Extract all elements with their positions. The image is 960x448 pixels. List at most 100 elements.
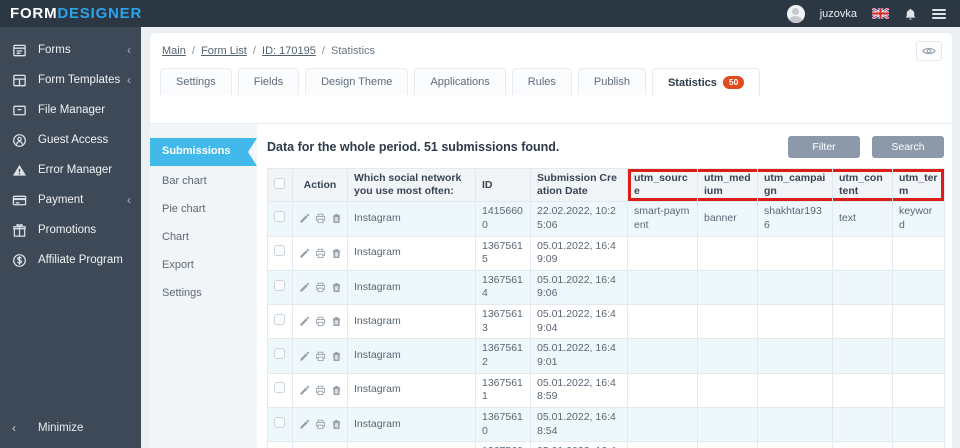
statistics-panel: Submissions Bar chart Pie chart Chart Export…	[150, 123, 952, 448]
row-checkbox[interactable]	[274, 279, 285, 291]
search-button[interactable]: Search	[872, 136, 944, 158]
sidebar-item-label: Payment	[38, 194, 84, 206]
tab-label: Statistics	[667, 76, 717, 89]
cell-check	[267, 441, 293, 448]
affiliate-program-icon	[12, 253, 27, 268]
edit-icon[interactable]	[299, 419, 310, 430]
cell-utm_term	[892, 338, 945, 374]
menu-icon[interactable]	[932, 7, 946, 21]
cell-network: Instagram	[347, 201, 476, 237]
delete-icon[interactable]	[331, 213, 342, 224]
cell-utm_medium	[697, 304, 758, 340]
edit-icon[interactable]	[299, 351, 310, 362]
column-header-label: utm_source	[634, 172, 688, 198]
row-checkbox[interactable]	[274, 348, 285, 360]
print-icon[interactable]	[315, 419, 326, 430]
sidebar-item-form-templates[interactable]: Form Templates ‹	[0, 65, 141, 95]
cell-utm_content	[832, 269, 893, 306]
delete-icon[interactable]	[331, 419, 342, 430]
tab-applications[interactable]: Applications	[414, 68, 506, 95]
subnav-item-submissions[interactable]: Submissions	[150, 138, 257, 166]
tab-fields[interactable]: Fields	[237, 68, 300, 95]
cell-id: 13675610	[475, 406, 531, 443]
column-header-label: ID	[482, 178, 493, 191]
eye-icon	[922, 47, 936, 55]
subnav-item-bar-chart[interactable]: Bar chart	[150, 168, 257, 196]
tab-design-theme[interactable]: Design Theme	[305, 68, 409, 95]
row-checkbox[interactable]	[274, 245, 285, 257]
cell-action	[292, 338, 348, 374]
table-header-row: Action Which social network you use most …	[267, 167, 945, 203]
uk-flag-icon[interactable]	[872, 8, 889, 19]
sidebar-item-affiliate-program[interactable]: Affiliate Program	[0, 245, 141, 275]
chevron-left-icon: ‹	[12, 421, 16, 435]
edit-icon[interactable]	[299, 213, 310, 224]
avatar[interactable]	[786, 4, 805, 23]
subnav-item-settings[interactable]: Settings	[150, 280, 257, 308]
tab-label: Settings	[176, 76, 216, 88]
edit-icon[interactable]	[299, 385, 310, 396]
delete-icon[interactable]	[331, 248, 342, 259]
breadcrumb-link-main[interactable]: Main	[162, 45, 186, 57]
content-area: Main / Form List / ID: 170195 / Statisti…	[141, 27, 960, 448]
cell-action	[292, 235, 348, 271]
cell-utm_source	[627, 304, 698, 340]
cell-utm_content	[832, 372, 893, 408]
row-checkbox[interactable]	[274, 313, 285, 325]
cell-id: 13675613	[475, 304, 531, 340]
row-actions	[299, 385, 341, 396]
print-icon[interactable]	[315, 351, 326, 362]
print-icon[interactable]	[315, 213, 326, 224]
sidebar-item-payment[interactable]: Payment ‹	[0, 185, 141, 215]
delete-icon[interactable]	[331, 351, 342, 362]
subnav-item-chart[interactable]: Chart	[150, 224, 257, 252]
cell-id: 13675609	[475, 441, 531, 448]
sidebar-item-guest-access[interactable]: Guest Access	[0, 125, 141, 155]
sidebar-item-error-manager[interactable]: Error Manager	[0, 155, 141, 185]
edit-icon[interactable]	[299, 248, 310, 259]
bell-icon[interactable]	[904, 7, 917, 21]
edit-icon[interactable]	[299, 282, 310, 293]
cell-check	[267, 372, 293, 408]
breadcrumb-link-id-170195[interactable]: ID: 170195	[262, 45, 316, 57]
sidebar-item-forms[interactable]: Forms ‹	[0, 35, 141, 65]
row-checkbox[interactable]	[274, 416, 285, 428]
cell-utm_campaign	[757, 441, 833, 448]
row-checkbox[interactable]	[274, 382, 285, 394]
delete-icon[interactable]	[331, 282, 342, 293]
breadcrumb-link-form-list[interactable]: Form List	[201, 45, 247, 57]
column-header-label: utm_campaign	[764, 172, 826, 198]
cell-network: Instagram	[347, 235, 476, 271]
subnav-item-export[interactable]: Export	[150, 252, 257, 280]
minimize-button[interactable]: ‹ Minimize	[0, 416, 141, 440]
promotions-icon	[12, 223, 27, 238]
username[interactable]: juzovka	[820, 8, 857, 20]
row-checkbox[interactable]	[274, 211, 285, 223]
payment-icon	[12, 193, 27, 208]
print-icon[interactable]	[315, 248, 326, 259]
cell-utm_campaign	[757, 406, 833, 443]
select-all-checkbox[interactable]	[274, 177, 285, 189]
subnav-item-pie-chart[interactable]: Pie chart	[150, 196, 257, 224]
print-icon[interactable]	[315, 282, 326, 293]
cell-id: 14156600	[475, 201, 531, 237]
sidebar-item-file-manager[interactable]: File Manager	[0, 95, 141, 125]
edit-icon[interactable]	[299, 316, 310, 327]
delete-icon[interactable]	[331, 316, 342, 327]
tab-statistics[interactable]: Statistics 50	[651, 68, 761, 96]
tab-settings[interactable]: Settings	[160, 68, 232, 95]
tab-rules[interactable]: Rules	[511, 68, 572, 95]
print-icon[interactable]	[315, 385, 326, 396]
row-actions	[299, 248, 341, 259]
tab-publish[interactable]: Publish	[577, 68, 646, 95]
cell-date: 05.01.2022, 16:49:06	[530, 269, 628, 306]
print-icon[interactable]	[315, 316, 326, 327]
column-header-label: Action	[303, 178, 337, 191]
cell-utm_campaign	[757, 372, 833, 408]
sidebar-item-promotions[interactable]: Promotions	[0, 215, 141, 245]
delete-icon[interactable]	[331, 385, 342, 396]
preview-button[interactable]	[916, 41, 942, 61]
filter-button[interactable]: Filter	[788, 136, 860, 158]
column-header-id: ID	[475, 167, 531, 203]
cell-utm_term	[892, 269, 945, 306]
